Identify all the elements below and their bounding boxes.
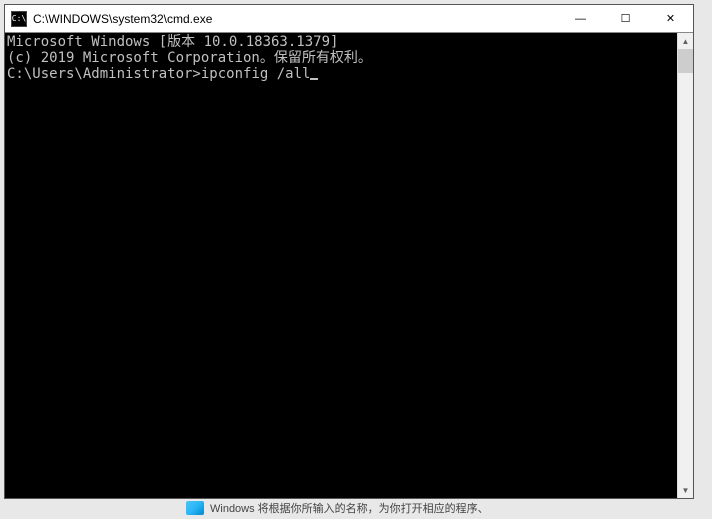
- scroll-down-button[interactable]: ▼: [678, 482, 693, 498]
- cmd-icon: C:\: [11, 11, 27, 27]
- console-prompt-line: C:\Users\Administrator>ipconfig /all: [7, 66, 677, 82]
- close-button[interactable]: ✕: [648, 5, 693, 32]
- scroll-track[interactable]: [678, 49, 693, 482]
- background-run-dialog-hint: Windows 将根据你所输入的名称，为你打开相应的程序、: [180, 499, 712, 517]
- titlebar[interactable]: C:\ C:\WINDOWS\system32\cmd.exe — ☐ ✕: [5, 5, 693, 33]
- console-output[interactable]: Microsoft Windows [版本 10.0.18363.1379](c…: [5, 33, 677, 498]
- window-title: C:\WINDOWS\system32\cmd.exe: [33, 12, 558, 26]
- run-dialog-text: Windows 将根据你所输入的名称，为你打开相应的程序、: [210, 500, 489, 516]
- background-partial-text: [702, 100, 712, 480]
- maximize-button[interactable]: ☐: [603, 5, 648, 32]
- minimize-button[interactable]: —: [558, 5, 603, 32]
- run-dialog-icon: [186, 501, 204, 515]
- cursor: [310, 78, 318, 80]
- cmd-window: C:\ C:\WINDOWS\system32\cmd.exe — ☐ ✕ Mi…: [4, 4, 694, 499]
- scroll-up-button[interactable]: ▲: [678, 33, 693, 49]
- console-prompt: C:\Users\Administrator>: [7, 66, 201, 82]
- console-command: ipconfig /all: [201, 66, 311, 82]
- console-area: Microsoft Windows [版本 10.0.18363.1379](c…: [5, 33, 693, 498]
- console-line-version: Microsoft Windows [版本 10.0.18363.1379]: [7, 34, 677, 50]
- vertical-scrollbar[interactable]: ▲ ▼: [677, 33, 693, 498]
- window-controls: — ☐ ✕: [558, 5, 693, 32]
- scroll-thumb[interactable]: [678, 49, 693, 73]
- console-line-copyright: (c) 2019 Microsoft Corporation。保留所有权利。: [7, 50, 677, 66]
